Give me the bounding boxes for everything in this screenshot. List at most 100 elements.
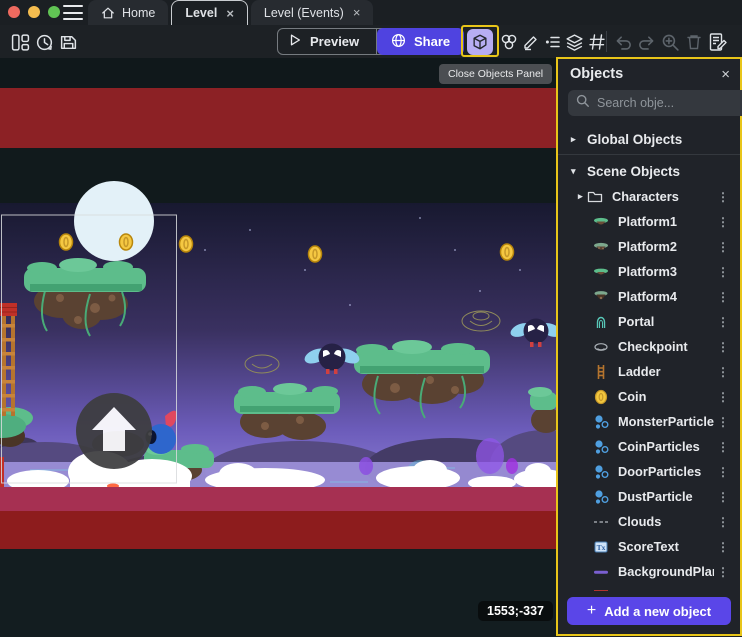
minimize-window-icon[interactable] <box>28 6 40 18</box>
title-bar: Home Level × Level (Events) × <box>0 0 742 25</box>
object-row-doorparticles[interactable]: DoorParticles ⋮ <box>558 459 740 484</box>
close-icon[interactable]: × <box>721 67 730 82</box>
object-menu-icon[interactable]: ⋮ <box>714 415 732 429</box>
redo-icon[interactable] <box>636 32 656 52</box>
object-row-characters[interactable]: ▸ Characters ⋮ <box>558 184 740 209</box>
particles-icon <box>592 463 609 480</box>
object-menu-icon[interactable]: ⋮ <box>714 340 732 354</box>
dark-band <box>0 148 557 203</box>
particles-icon <box>592 413 609 430</box>
save-icon[interactable] <box>58 32 78 52</box>
tab-home[interactable]: Home <box>88 0 168 25</box>
svg-text:Tx: Tx <box>596 542 605 551</box>
close-tab-icon[interactable]: × <box>226 6 234 21</box>
object-menu-icon[interactable]: ⋮ <box>714 440 732 454</box>
object-row-platform4[interactable]: Platform4⋮ <box>558 284 740 309</box>
ladder-icon <box>592 363 609 380</box>
object-groups-icon[interactable] <box>499 32 519 52</box>
object-menu-icon[interactable]: ⋮ <box>714 315 732 329</box>
object-row-coinparticles[interactable]: CoinParticles⋮ <box>558 434 740 459</box>
object-row-coin[interactable]: Coin⋮ <box>558 384 740 409</box>
object-name: LeftBoundary <box>618 589 701 591</box>
add-object-button[interactable]: + Add a new object <box>567 597 731 625</box>
object-row-monsterparticles[interactable]: MonsterParticles⋮ <box>558 409 740 434</box>
particles-icon <box>592 438 609 455</box>
object-menu-icon[interactable]: ⋮ <box>714 540 732 554</box>
object-row-scoretext[interactable]: TxScoreText⋮ <box>558 534 740 559</box>
close-tab-icon[interactable]: × <box>353 5 361 20</box>
search-box[interactable] <box>568 90 742 116</box>
maximize-window-icon[interactable] <box>48 6 60 18</box>
tooltip: Close Objects Panel <box>439 64 552 84</box>
layers-icon[interactable] <box>564 32 584 52</box>
panels-icon[interactable] <box>10 32 30 52</box>
objects-panel-icon[interactable] <box>467 29 493 55</box>
object-name: MonsterParticles <box>618 414 714 429</box>
object-name: Ladder <box>618 364 661 379</box>
red-band-top <box>0 88 557 148</box>
object-row-backgroundplants[interactable]: BackgroundPlants⋮ <box>558 559 740 584</box>
object-row-dustparticle[interactable]: DustParticle⋮ <box>558 484 740 509</box>
share-button[interactable]: Share <box>377 28 464 55</box>
trash-icon[interactable] <box>684 32 704 52</box>
object-name: DoorParticles <box>618 464 701 479</box>
undo-icon[interactable] <box>613 32 633 52</box>
object-menu-icon[interactable]: ⋮ <box>714 290 732 304</box>
edit-scene-events-icon[interactable] <box>708 32 728 52</box>
object-menu-icon[interactable]: ⋮ <box>714 490 732 504</box>
object-tree: ▸ Global Objects ▾ Scene Objects ▸ Charac… <box>558 124 740 591</box>
object-menu-icon[interactable]: ⋮ <box>714 190 732 204</box>
preview-label: Preview <box>310 34 359 49</box>
object-row-platform2[interactable]: Platform2⋮ <box>558 234 740 259</box>
object-menu-icon[interactable]: ⋮ <box>714 390 732 404</box>
object-menu-icon[interactable]: ⋮ <box>714 565 732 579</box>
object-menu-icon[interactable]: ⋮ <box>714 590 732 592</box>
group-global-objects[interactable]: ▸ Global Objects <box>558 126 740 152</box>
crimson-band <box>0 487 557 511</box>
coin-object <box>120 234 133 250</box>
share-label: Share <box>414 34 450 49</box>
object-menu-icon[interactable]: ⋮ <box>714 465 732 479</box>
portal-icon <box>592 313 609 330</box>
object-row-checkpoint[interactable]: Checkpoint ⋮ <box>558 334 740 359</box>
object-row-leftboundary[interactable]: LeftBoundary ⋮ <box>558 584 740 591</box>
tab-level-events[interactable]: Level (Events) × <box>251 0 374 25</box>
edit-icon[interactable] <box>521 32 541 52</box>
object-menu-icon[interactable]: ⋮ <box>714 265 732 279</box>
object-name: Characters <box>612 189 679 204</box>
object-row-ladder[interactable]: Ladder ⋮ <box>558 359 740 384</box>
zoom-in-icon[interactable] <box>660 32 680 52</box>
expand-arrow-icon[interactable]: ▸ <box>578 191 586 202</box>
grid-icon[interactable] <box>587 32 607 52</box>
scene-editor-canvas[interactable] <box>0 58 557 637</box>
plus-icon: + <box>587 602 596 620</box>
moon[interactable] <box>74 181 154 261</box>
up-arrow-control-object[interactable] <box>76 393 152 469</box>
close-window-icon[interactable] <box>8 6 20 18</box>
platform-object[interactable] <box>234 383 340 440</box>
object-menu-icon[interactable]: ⋮ <box>714 215 732 229</box>
tab-level[interactable]: Level × <box>171 0 248 25</box>
divider <box>606 31 607 52</box>
object-menu-icon[interactable]: ⋮ <box>714 515 732 529</box>
object-menu-icon[interactable]: ⋮ <box>714 240 732 254</box>
expand-arrow-icon: ▸ <box>571 134 579 145</box>
object-row-platform3[interactable]: Platform3 ⋮ <box>558 259 740 284</box>
folder-icon <box>586 188 603 205</box>
history-icon[interactable] <box>34 32 54 52</box>
object-name: Checkpoint <box>618 339 688 354</box>
object-row-clouds[interactable]: Clouds ⋮ <box>558 509 740 534</box>
properties-icon[interactable] <box>543 32 563 52</box>
object-menu-icon[interactable]: ⋮ <box>714 365 732 379</box>
coin-object <box>60 234 73 250</box>
object-name: Clouds <box>618 514 661 529</box>
panel-title: Objects <box>570 66 623 82</box>
platform4-icon <box>592 288 609 305</box>
platform1-icon <box>592 213 609 230</box>
hamburger-icon[interactable] <box>63 5 83 20</box>
object-row-portal[interactable]: Portal⋮ <box>558 309 740 334</box>
object-name: Platform3 <box>618 264 677 279</box>
search-input[interactable] <box>597 96 742 110</box>
object-row-platform1[interactable]: Platform1⋮ <box>558 209 740 234</box>
group-scene-objects[interactable]: ▾ Scene Objects <box>558 158 740 184</box>
